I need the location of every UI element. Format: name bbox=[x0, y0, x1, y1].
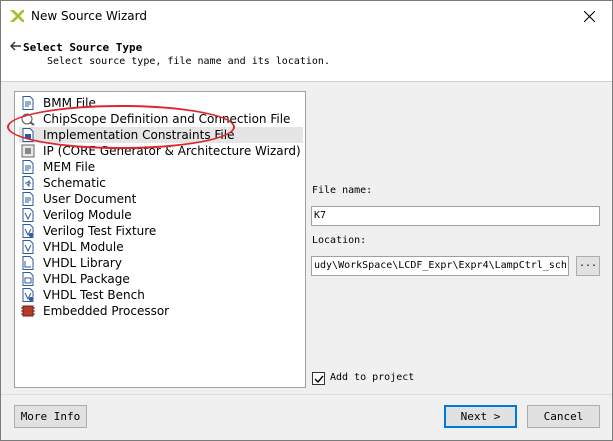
source-type-vhdl-module[interactable]: VHDL Module bbox=[19, 239, 303, 255]
doc-icon bbox=[21, 160, 35, 174]
cancel-button[interactable]: Cancel bbox=[527, 405, 600, 428]
source-type-label: Verilog Test Fixture bbox=[43, 224, 157, 238]
add-to-project-label: Add to project bbox=[330, 372, 415, 383]
source-type-vhdl-test-bench[interactable]: VHDL Test Bench bbox=[19, 287, 303, 303]
source-type-label: VHDL Package bbox=[43, 272, 130, 286]
source-type-chipscope[interactable]: ChipScope Definition and Connection File bbox=[19, 111, 303, 127]
more-info-button[interactable]: More Info bbox=[14, 405, 87, 428]
source-type-label: Embedded Processor bbox=[43, 304, 170, 318]
source-type-label: Implementation Constraints File bbox=[43, 128, 235, 142]
source-type-label: Schematic bbox=[43, 176, 106, 190]
source-type-bmm-file[interactable]: BMM File bbox=[19, 95, 303, 111]
ip-core-icon bbox=[21, 144, 35, 158]
browse-button[interactable]: ... bbox=[576, 256, 600, 276]
new-source-wizard-window: New Source Wizard Select Source Type Sel… bbox=[0, 0, 613, 441]
checkmark-icon bbox=[314, 375, 324, 384]
page-subtitle: Select source type, file name and its lo… bbox=[47, 56, 330, 67]
window-title: New Source Wizard bbox=[31, 9, 147, 23]
source-type-label: VHDL Library bbox=[43, 256, 122, 270]
source-type-implementation-constraints[interactable]: Implementation Constraints File bbox=[19, 127, 303, 143]
source-type-schematic[interactable]: Schematic bbox=[19, 175, 303, 191]
source-type-verilog-test-fixture[interactable]: Verilog Test Fixture bbox=[19, 223, 303, 239]
title-bar: New Source Wizard bbox=[1, 1, 612, 32]
source-type-label: ChipScope Definition and Connection File bbox=[43, 112, 291, 126]
file-name-input[interactable]: K7 bbox=[311, 206, 600, 226]
wizard-header: Select Source Type Select source type, f… bbox=[1, 32, 612, 82]
source-type-verilog-module[interactable]: Verilog Module bbox=[19, 207, 303, 223]
ise-logo-icon bbox=[10, 10, 24, 22]
source-type-embedded-processor[interactable]: Embedded Processor bbox=[19, 303, 303, 319]
vhdl-package-icon bbox=[21, 272, 35, 286]
back-arrow-icon bbox=[10, 40, 22, 52]
footer-separator bbox=[1, 394, 612, 395]
source-type-label: Verilog Module bbox=[43, 208, 132, 222]
vhdl-library-icon bbox=[21, 256, 35, 270]
source-type-user-document[interactable]: User Document bbox=[19, 191, 303, 207]
add-to-project-checkbox[interactable] bbox=[312, 372, 325, 385]
vhdl-module-icon bbox=[21, 240, 35, 254]
close-icon bbox=[584, 11, 595, 22]
source-type-ip-core[interactable]: IP (CORE Generator & Architecture Wizard… bbox=[19, 143, 303, 159]
source-type-label: VHDL Module bbox=[43, 240, 124, 254]
verilog-fixture-icon bbox=[21, 224, 35, 238]
constraints-doc-icon bbox=[21, 128, 35, 142]
next-button[interactable]: Next > bbox=[444, 405, 517, 428]
chipscope-icon bbox=[21, 112, 35, 126]
source-type-list[interactable]: BMM File ChipScope Definition and Connec… bbox=[14, 91, 306, 388]
doc-icon bbox=[21, 192, 35, 206]
verilog-module-icon bbox=[21, 208, 35, 222]
source-type-label: BMM File bbox=[43, 96, 96, 110]
source-type-label: VHDL Test Bench bbox=[43, 288, 145, 302]
close-button[interactable] bbox=[568, 1, 612, 32]
location-label: Location: bbox=[312, 235, 367, 246]
schematic-icon bbox=[21, 176, 35, 190]
source-type-label: IP (CORE Generator & Architecture Wizard… bbox=[43, 144, 301, 158]
location-input[interactable]: udy\WorkSpace\LCDF_Expr\Expr4\LampCtrl_s… bbox=[311, 256, 569, 276]
source-type-mem-file[interactable]: MEM File bbox=[19, 159, 303, 175]
page-title: Select Source Type bbox=[23, 41, 143, 54]
doc-icon bbox=[21, 96, 35, 110]
source-type-label: User Document bbox=[43, 192, 137, 206]
vhdl-testbench-icon bbox=[21, 288, 35, 302]
source-type-label: MEM File bbox=[43, 160, 96, 174]
file-name-label: File name: bbox=[312, 185, 373, 196]
processor-icon bbox=[21, 304, 35, 318]
source-type-vhdl-package[interactable]: VHDL Package bbox=[19, 271, 303, 287]
source-type-vhdl-library[interactable]: VHDL Library bbox=[19, 255, 303, 271]
